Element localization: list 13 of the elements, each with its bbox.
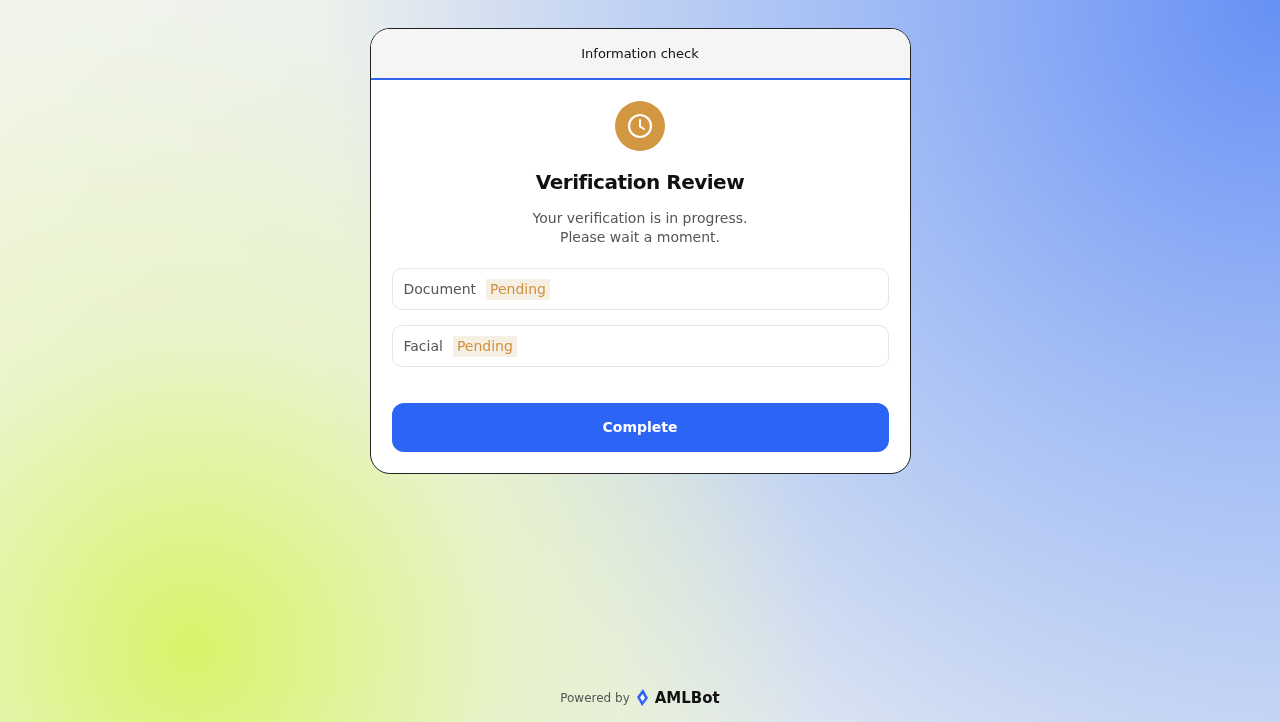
brand-logo-icon (635, 689, 649, 707)
check-label: Facial (403, 336, 443, 356)
status-message: Please wait a moment. (559, 228, 720, 247)
status-title: Verification Review (535, 169, 745, 196)
powered-by-text: Powered by (560, 689, 630, 707)
status-message: Your verification is in progress. (532, 209, 748, 228)
status-badge: Pending (452, 335, 517, 357)
status-badge: Pending (486, 278, 550, 300)
header-title: Information check (581, 44, 699, 63)
brand-name: AMLBot (654, 687, 720, 709)
check-label: Document (403, 279, 477, 299)
clock-icon (615, 101, 665, 151)
complete-button[interactable]: Complete (391, 403, 889, 452)
